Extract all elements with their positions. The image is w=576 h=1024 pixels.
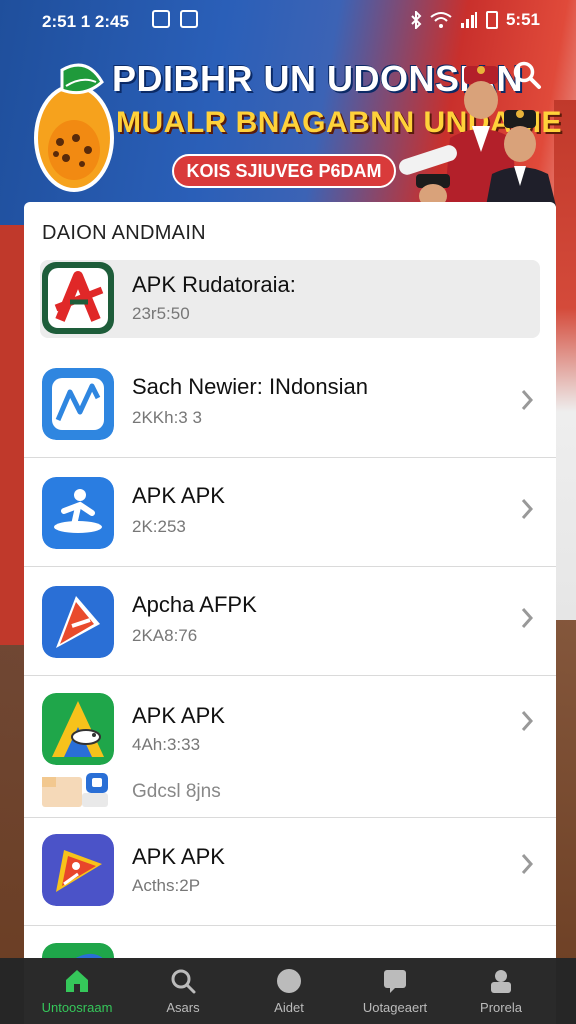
chevron-right-icon [521, 390, 534, 410]
list-item[interactable]: APK APK 4Ah:3:33 Gdcsl 8jns [24, 677, 556, 818]
notification-icon [152, 10, 170, 28]
app-name: APK APK [132, 703, 225, 728]
bird-kite-icon [42, 834, 114, 906]
battery-icon [485, 11, 498, 29]
folder-app-icon [42, 773, 108, 807]
status-time: 2:51 1 2:45 [42, 12, 129, 31]
chevron-right-icon [521, 711, 534, 731]
nav-label: Uotageaert [362, 1000, 428, 1015]
app-meta: 4Ah:3:33 [132, 735, 201, 754]
app-meta: 2K:253 [132, 517, 186, 536]
status-right: 5:51 [410, 10, 540, 30]
wifi-icon [430, 12, 452, 28]
background-flag-red-left [0, 225, 26, 645]
status-bar: 2:51 1 2:45 5:51 [0, 0, 576, 44]
list-item[interactable] [24, 927, 556, 962]
app-meta: 2KA8:76 [132, 626, 198, 645]
list-item[interactable]: Apcha AFPK 2KA8:76 [24, 568, 556, 676]
profile-icon [491, 970, 511, 993]
app-name: Sach Newier: INdonsian [132, 374, 369, 399]
signal-icon [460, 12, 477, 28]
nav-center[interactable]: Aidet [236, 958, 342, 1024]
section-title: DAION ANDMAIN [42, 222, 206, 244]
nav-label: Prorela [480, 1000, 522, 1015]
nav-chat[interactable]: Uotageaert [342, 958, 448, 1024]
red-a-arrow-icon [42, 262, 114, 334]
app-name: APK APK [132, 844, 225, 869]
triangle-bird-icon [42, 693, 114, 765]
app-meta: 2KKh:3 3 [132, 408, 202, 427]
status-notifications [152, 10, 198, 28]
sub-row-label: Gdcsl 8jns [132, 781, 221, 802]
mango-logo-icon [34, 63, 114, 192]
image-icon [180, 10, 198, 28]
app-name: Apcha AFPK [132, 592, 257, 617]
blue-surfer-icon [42, 477, 114, 549]
bluetooth-icon [411, 11, 422, 29]
list-item[interactable]: Sach Newier: INdonsian 2KKh:3 3 [24, 350, 556, 458]
chevron-right-icon [521, 499, 534, 519]
nav-search[interactable]: Asars [130, 958, 236, 1024]
bottom-nav: Untoosraam Asars Aidet Uotageaert Prorel… [24, 958, 556, 1024]
app-list-card: DAION ANDMAIN APK Rudatoraia: 23r5:50 Sa… [24, 202, 556, 962]
banner-promo-pill[interactable]: KOIS SJIUVEG P6DAM [172, 154, 396, 188]
nav-label: Untoosraam [41, 1000, 113, 1015]
status-right-text: 5:51 [505, 10, 540, 29]
nav-home[interactable]: Untoosraam [24, 958, 130, 1024]
chevron-right-icon [521, 608, 534, 628]
nav-edge-left [0, 958, 24, 1024]
circle-icon [277, 969, 301, 993]
nav-label: Aidet [274, 1000, 304, 1015]
list-item[interactable]: APK APK 2K:253 [24, 459, 556, 567]
app-name: APK APK [132, 483, 225, 508]
nav-label: Asars [166, 1000, 200, 1015]
red-blue-arrow-icon [42, 586, 114, 658]
app-meta: Acths:2P [132, 876, 201, 895]
app-meta: 23r5:50 [132, 304, 190, 323]
home-icon [66, 970, 88, 992]
search-icon [171, 969, 196, 994]
chevron-right-icon [521, 854, 534, 874]
app-name: APK Rudatoraia: [132, 272, 296, 297]
nav-edge-right [556, 958, 576, 1024]
chat-icon [384, 970, 406, 993]
nav-profile[interactable]: Prorela [448, 958, 554, 1024]
list-item[interactable]: APK Rudatoraia: 23r5:50 [24, 260, 556, 350]
person-illustration [399, 66, 556, 206]
list-item[interactable]: APK APK Acths:2P [24, 818, 556, 926]
blue-line-chart-icon [42, 368, 114, 440]
